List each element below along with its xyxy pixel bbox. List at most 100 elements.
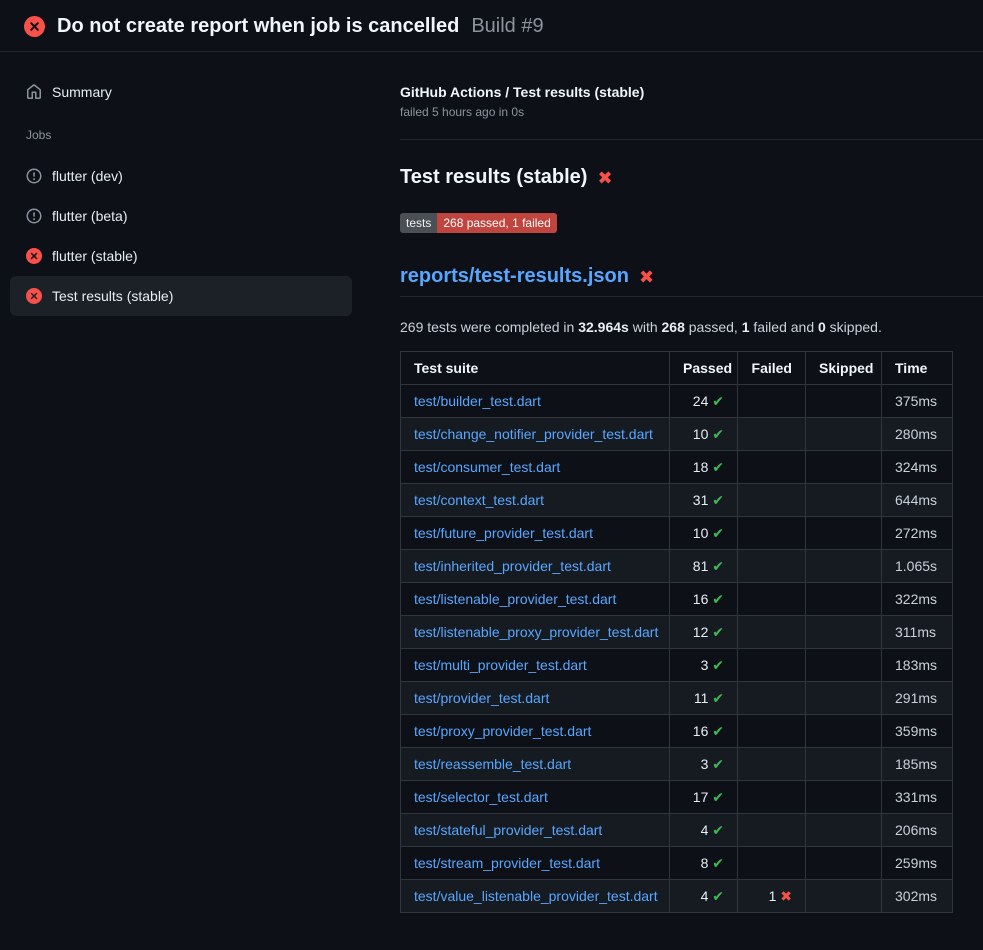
suite-link[interactable]: test/change_notifier_provider_test.dart bbox=[414, 426, 653, 442]
suite-cell: test/stream_provider_test.dart bbox=[401, 847, 670, 880]
suite-link[interactable]: test/listenable_proxy_provider_test.dart bbox=[414, 624, 658, 640]
table-row: test/stream_provider_test.dart8 ✔259ms bbox=[401, 847, 953, 880]
passed-cell: 18 ✔ bbox=[670, 451, 738, 484]
passed-cell: 17 ✔ bbox=[670, 781, 738, 814]
sidebar-item-job[interactable]: flutter (stable) bbox=[10, 236, 352, 276]
suite-cell: test/reassemble_test.dart bbox=[401, 748, 670, 781]
suite-link[interactable]: test/listenable_provider_test.dart bbox=[414, 591, 616, 607]
main-content: GitHub Actions / Test results (stable) f… bbox=[368, 52, 983, 913]
time-cell: 183ms bbox=[882, 649, 953, 682]
table-row: test/stateful_provider_test.dart4 ✔206ms bbox=[401, 814, 953, 847]
col-header-time: Time bbox=[882, 352, 953, 385]
table-header-row: Test suite Passed Failed Skipped Time bbox=[401, 352, 953, 385]
check-icon: ✔ bbox=[712, 822, 724, 838]
failed-cell bbox=[738, 715, 806, 748]
check-icon: ✔ bbox=[712, 525, 724, 541]
sidebar-item-job[interactable]: flutter (dev) bbox=[10, 156, 352, 196]
breadcrumb: GitHub Actions / Test results (stable) bbox=[400, 84, 983, 100]
suite-link[interactable]: test/proxy_provider_test.dart bbox=[414, 723, 591, 739]
failed-cell: 1 ✖ bbox=[738, 880, 806, 913]
passed-cell: 11 ✔ bbox=[670, 682, 738, 715]
failed-cell bbox=[738, 781, 806, 814]
suite-cell: test/listenable_proxy_provider_test.dart bbox=[401, 616, 670, 649]
suite-cell: test/change_notifier_provider_test.dart bbox=[401, 418, 670, 451]
suite-cell: test/builder_test.dart bbox=[401, 385, 670, 418]
job-label: flutter (dev) bbox=[52, 166, 123, 186]
sidebar-item-job[interactable]: Test results (stable) bbox=[10, 276, 352, 316]
table-row: test/builder_test.dart24 ✔375ms bbox=[401, 385, 953, 418]
failed-x-icon: ✖ bbox=[597, 169, 612, 187]
table-row: test/consumer_test.dart 18 ✔ 324ms bbox=[401, 451, 953, 484]
skipped-cell bbox=[806, 649, 882, 682]
table-row: test/proxy_provider_test.dart16 ✔359ms bbox=[401, 715, 953, 748]
failed-cell bbox=[738, 682, 806, 715]
time-cell: 322ms bbox=[882, 583, 953, 616]
suite-link[interactable]: test/inherited_provider_test.dart bbox=[414, 558, 611, 574]
suite-cell: test/future_provider_test.dart bbox=[401, 517, 670, 550]
suite-link[interactable]: test/selector_test.dart bbox=[414, 789, 548, 805]
suite-link[interactable]: test/provider_test.dart bbox=[414, 690, 549, 706]
check-icon: ✔ bbox=[712, 426, 724, 442]
suite-link[interactable]: test/context_test.dart bbox=[414, 492, 544, 508]
cross-icon: ✖ bbox=[780, 888, 792, 904]
suite-link[interactable]: test/reassemble_test.dart bbox=[414, 756, 571, 772]
skipped-cell bbox=[806, 682, 882, 715]
badge-value: 268 passed, 1 failed bbox=[437, 213, 556, 233]
table-row: test/listenable_provider_test.dart16 ✔32… bbox=[401, 583, 953, 616]
sidebar-item-summary[interactable]: Summary bbox=[10, 74, 352, 110]
failed-cell bbox=[738, 550, 806, 583]
suite-link[interactable]: test/stream_provider_test.dart bbox=[414, 855, 600, 871]
check-icon: ✔ bbox=[712, 558, 724, 574]
suite-cell: test/selector_test.dart bbox=[401, 781, 670, 814]
suite-link[interactable]: test/stateful_provider_test.dart bbox=[414, 822, 602, 838]
table-row: test/provider_test.dart11 ✔291ms bbox=[401, 682, 953, 715]
table-row: test/change_notifier_provider_test.dart1… bbox=[401, 418, 953, 451]
skipped-cell bbox=[806, 616, 882, 649]
failed-cell bbox=[738, 814, 806, 847]
skipped-cell bbox=[806, 715, 882, 748]
table-row: test/multi_provider_test.dart3 ✔183ms bbox=[401, 649, 953, 682]
check-icon: ✔ bbox=[712, 624, 724, 640]
badge-label: tests bbox=[400, 213, 437, 233]
sidebar-item-job[interactable]: flutter (beta) bbox=[10, 196, 352, 236]
suite-cell: test/inherited_provider_test.dart bbox=[401, 550, 670, 583]
skipped-cell bbox=[806, 583, 882, 616]
skipped-cell bbox=[806, 748, 882, 781]
check-icon: ✔ bbox=[712, 789, 724, 805]
time-cell: 359ms bbox=[882, 715, 953, 748]
passed-cell: 10 ✔ bbox=[670, 517, 738, 550]
failed-cell bbox=[738, 385, 806, 418]
suite-link[interactable]: test/value_listenable_provider_test.dart bbox=[414, 888, 658, 904]
job-list: flutter (dev) flutter (beta)flutter (stab… bbox=[10, 156, 352, 316]
home-icon bbox=[26, 84, 42, 100]
check-icon: ✔ bbox=[712, 855, 724, 871]
suite-link[interactable]: test/future_provider_test.dart bbox=[414, 525, 593, 541]
test-summary: 269 tests were completed in 32.964s with… bbox=[400, 319, 983, 335]
report-link[interactable]: reports/test-results.json bbox=[400, 265, 629, 288]
check-icon: ✔ bbox=[712, 459, 724, 475]
status-line: failed 5 hours ago in 0s bbox=[400, 105, 983, 119]
col-header-skipped: Skipped bbox=[806, 352, 882, 385]
suite-link[interactable]: test/builder_test.dart bbox=[414, 393, 541, 409]
run-failed-icon bbox=[24, 16, 45, 37]
suite-cell: test/multi_provider_test.dart bbox=[401, 649, 670, 682]
failed-cell bbox=[738, 517, 806, 550]
failed-cell bbox=[738, 418, 806, 451]
time-cell: 272ms bbox=[882, 517, 953, 550]
failed-cell bbox=[738, 616, 806, 649]
suite-link[interactable]: test/consumer_test.dart bbox=[414, 459, 560, 475]
x-circle-icon bbox=[26, 288, 42, 304]
check-icon: ✔ bbox=[712, 888, 724, 904]
table-row: test/listenable_proxy_provider_test.dart… bbox=[401, 616, 953, 649]
test-table-body: test/builder_test.dart24 ✔375mstest/chan… bbox=[401, 385, 953, 913]
suite-link[interactable]: test/multi_provider_test.dart bbox=[414, 657, 587, 673]
time-cell: 311ms bbox=[882, 616, 953, 649]
run-title: Do not create report when job is cancell… bbox=[57, 15, 459, 38]
check-icon: ✔ bbox=[712, 756, 724, 772]
skipped-cell bbox=[806, 847, 882, 880]
time-cell: 324ms bbox=[882, 451, 953, 484]
exclamation-circle-icon bbox=[26, 168, 42, 184]
passed-cell: 31 ✔ bbox=[670, 484, 738, 517]
time-cell: 644ms bbox=[882, 484, 953, 517]
suite-cell: test/provider_test.dart bbox=[401, 682, 670, 715]
